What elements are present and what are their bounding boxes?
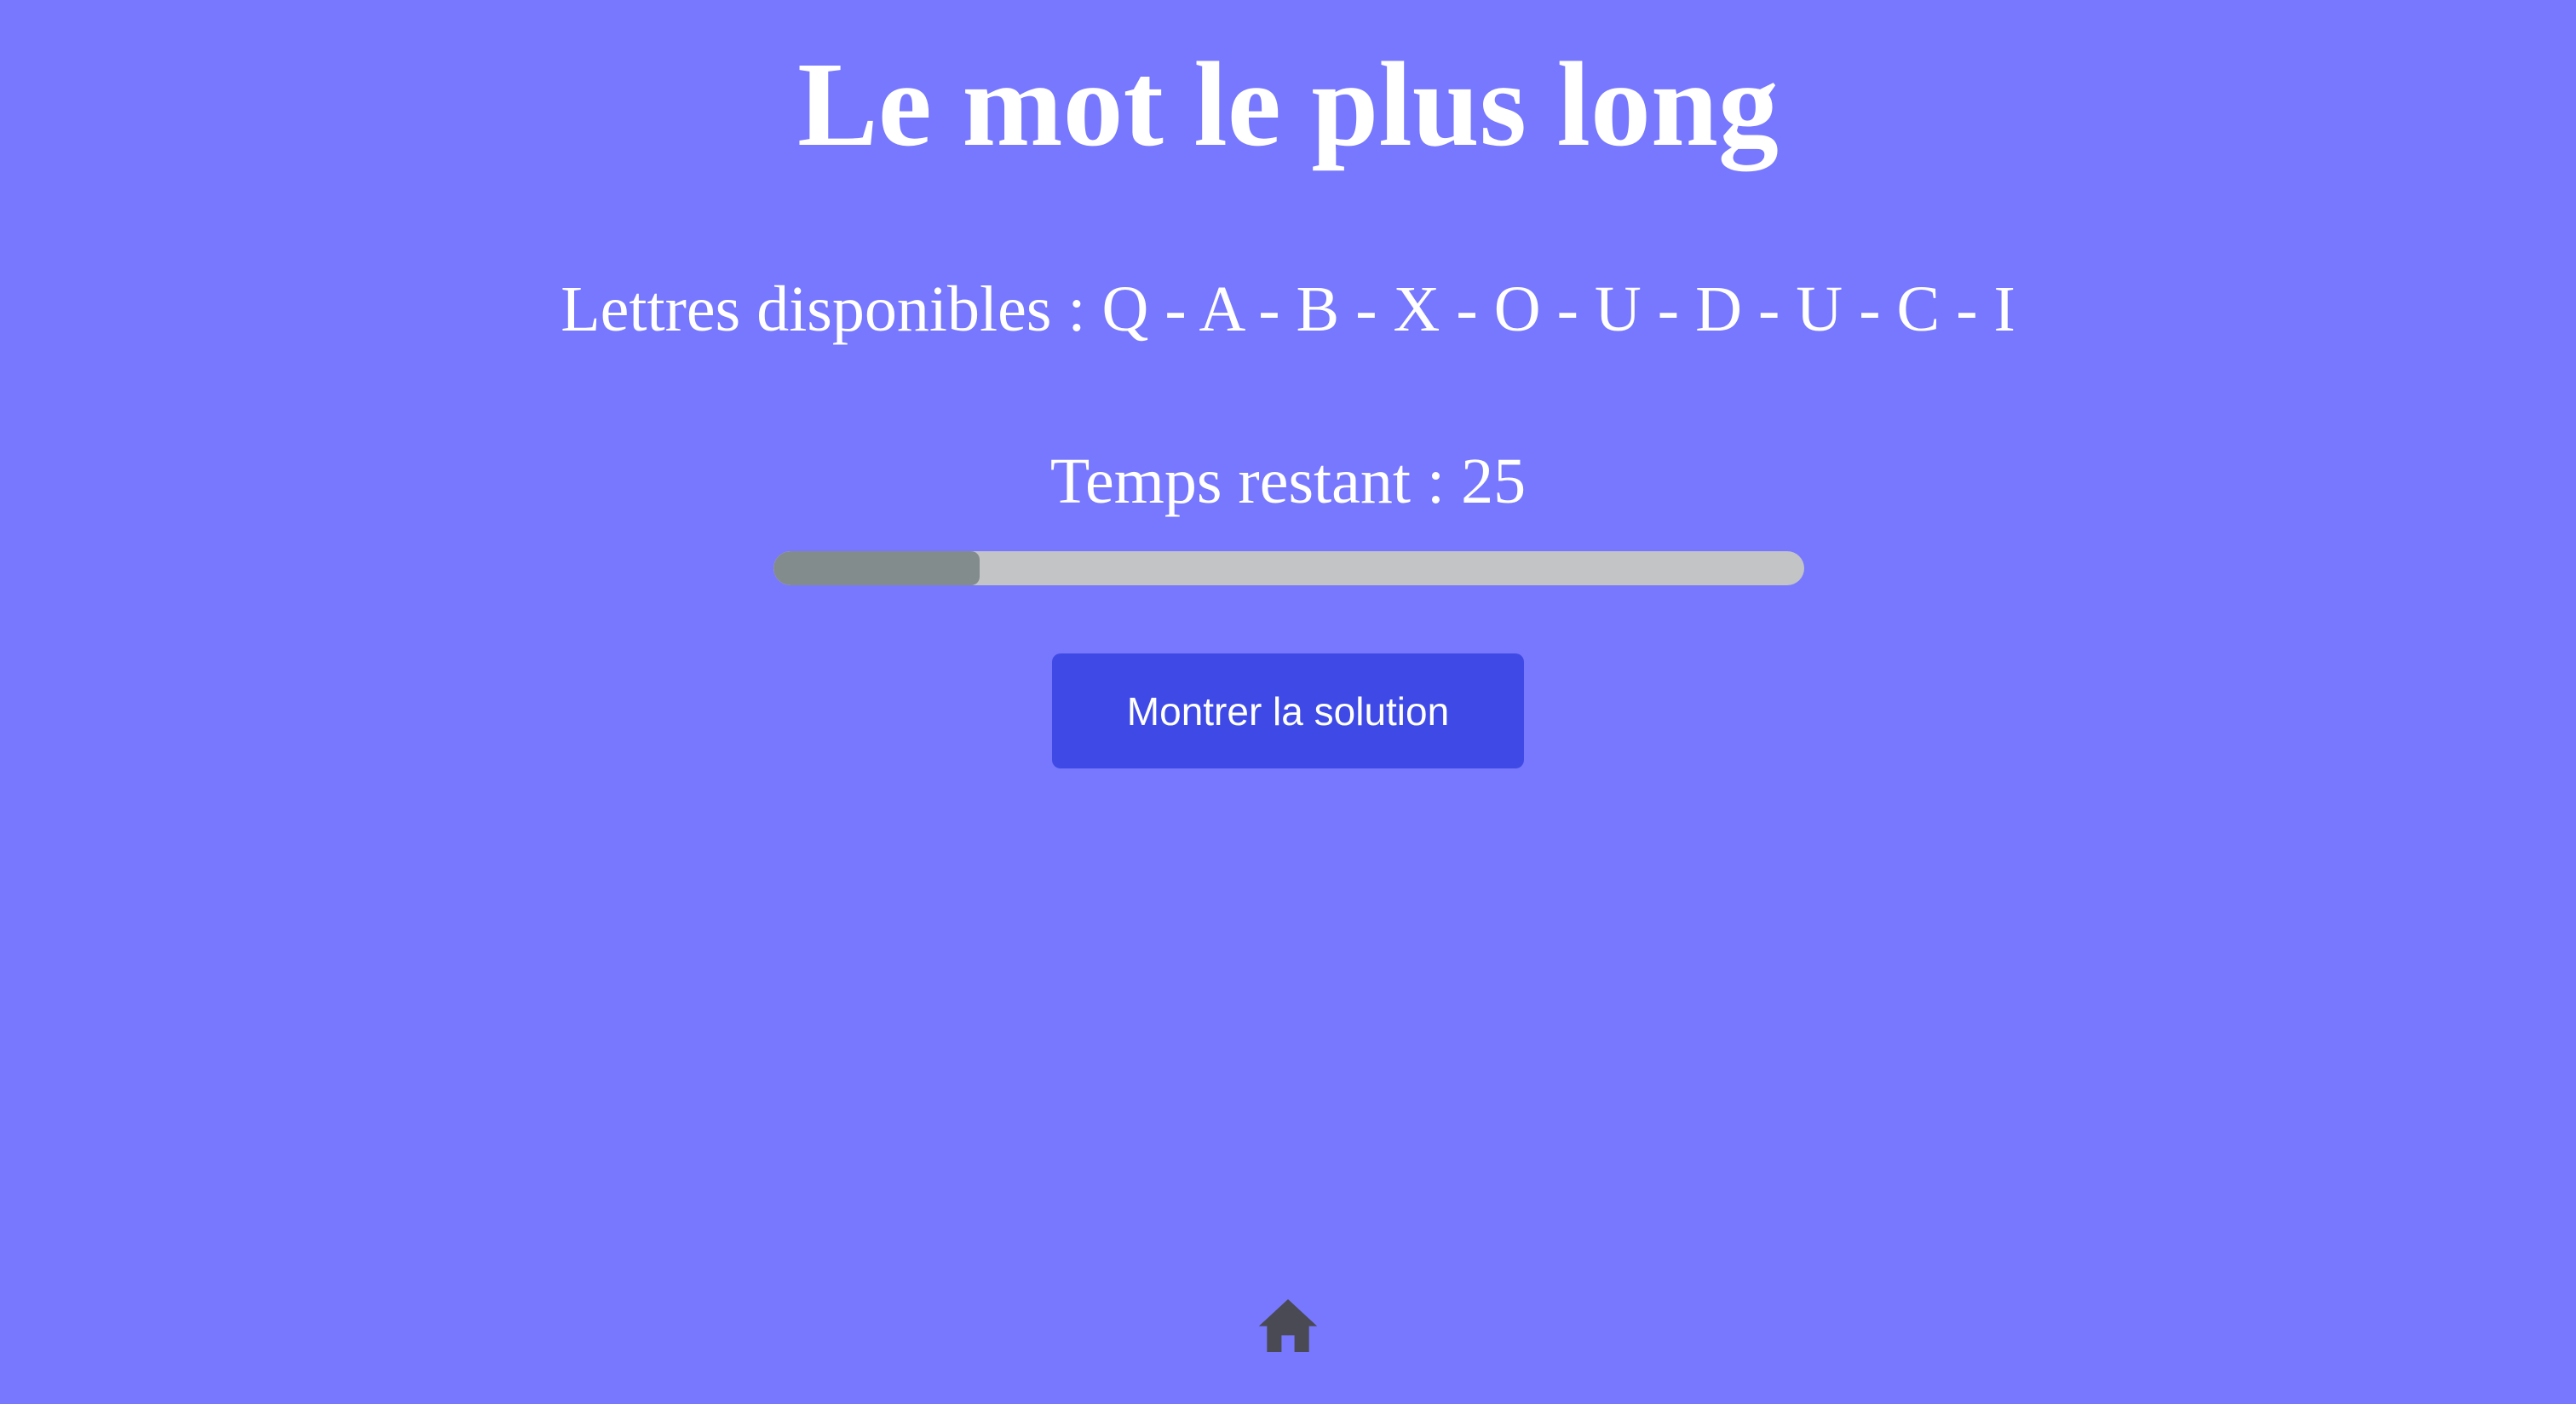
show-solution-button[interactable]: Montrer la solution bbox=[1052, 653, 1524, 768]
page-title: Le mot le plus long bbox=[797, 37, 1779, 171]
available-letters: Lettres disponibles : Q - A - B - X - O … bbox=[561, 273, 2015, 345]
timer-progress-fill bbox=[773, 551, 980, 585]
time-remaining: Temps restant : 25 bbox=[1049, 446, 1527, 517]
home-icon[interactable] bbox=[1256, 1293, 1320, 1358]
timer-progress-bar bbox=[773, 551, 1804, 585]
home-icon-glyph bbox=[1258, 1298, 1318, 1353]
